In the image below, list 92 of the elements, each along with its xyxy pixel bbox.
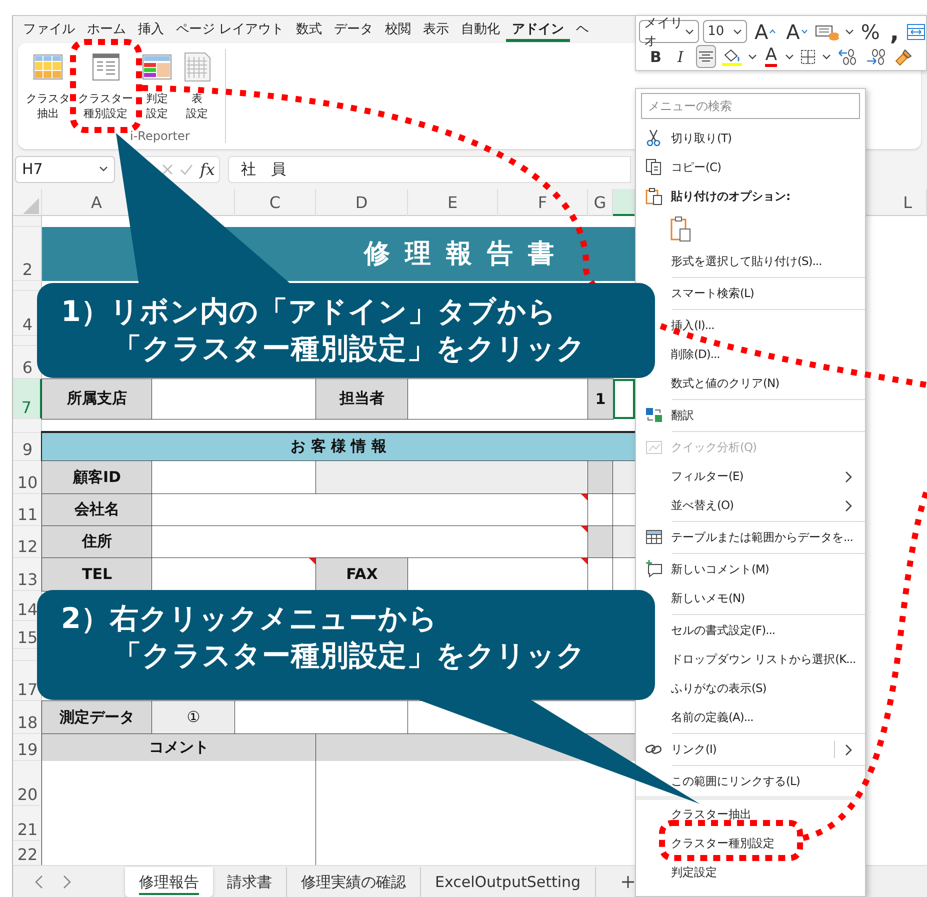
comma-style-button[interactable]: , bbox=[886, 20, 902, 43]
row-header[interactable]: 13 bbox=[17, 570, 38, 590]
menu-item[interactable]: 新しいメモ(N) bbox=[671, 591, 745, 606]
ribbon-tab[interactable]: 挿入 bbox=[132, 16, 170, 42]
menu-item[interactable]: セルの書式設定(F)... bbox=[671, 623, 776, 638]
table-cell: 担当者 bbox=[316, 378, 408, 419]
menu-item[interactable]: 切り取り(T) bbox=[671, 131, 732, 146]
menu-item[interactable]: ドロップダウン リストから選択(K... bbox=[671, 652, 856, 667]
sheet-tab[interactable]: 請求書 bbox=[213, 867, 287, 897]
column-header[interactable]: E bbox=[447, 192, 458, 212]
menu-item[interactable]: コピー(C) bbox=[671, 160, 722, 175]
row-header[interactable]: 7 bbox=[21, 398, 32, 418]
table-cell: 顧客ID bbox=[42, 460, 152, 494]
menu-item[interactable]: 並べ替え(O) bbox=[671, 498, 734, 513]
table-cell: 住所 bbox=[42, 526, 152, 558]
ribbon-tab[interactable]: ヘ bbox=[570, 16, 596, 42]
column-header[interactable]: C bbox=[269, 192, 281, 212]
table-cell: ① bbox=[152, 700, 235, 734]
column-header[interactable]: D bbox=[355, 192, 368, 212]
ribbon-tab[interactable]: ファイル bbox=[17, 16, 81, 42]
menu-item[interactable]: スマート検索(L) bbox=[671, 286, 754, 301]
formula-field[interactable]: 社 員 bbox=[228, 156, 631, 183]
row-header[interactable]: 15 bbox=[17, 628, 38, 648]
table-cell: 所属支店 bbox=[42, 378, 152, 419]
menu-item[interactable]: 削除(D)... bbox=[671, 347, 720, 362]
row-header[interactable]: 21 bbox=[17, 820, 38, 840]
row-header[interactable]: 4 bbox=[22, 314, 33, 335]
group-label: i-Reporter bbox=[130, 129, 191, 143]
menu-item[interactable]: クラスター抽出 bbox=[671, 807, 752, 822]
percent-button[interactable]: % bbox=[858, 20, 883, 43]
sheet-tab[interactable]: 修理実績の確認 bbox=[287, 867, 421, 897]
callout-text: 1）リボン内の「アドイン」タブから 「クラスター種別設定」をクリック bbox=[61, 294, 587, 367]
menu-item[interactable]: 数式と値のクリア(N) bbox=[671, 376, 780, 391]
ribbon-tab[interactable]: データ bbox=[328, 16, 380, 42]
menu-item[interactable]: 形式を選択して貼り付け(S)... bbox=[671, 254, 822, 269]
font-color-button[interactable]: A bbox=[760, 45, 782, 68]
row-header[interactable]: 22 bbox=[17, 844, 38, 865]
column-header[interactable]: A bbox=[91, 192, 102, 212]
column-header[interactable]: G bbox=[594, 192, 606, 212]
menu-item[interactable]: 名前の定義(A)... bbox=[671, 710, 754, 725]
ribbon-tab[interactable]: ホーム bbox=[81, 16, 132, 42]
row-header[interactable]: 6 bbox=[22, 358, 33, 378]
column-header[interactable]: F bbox=[538, 192, 548, 212]
menu-item[interactable]: フィルター(E) bbox=[671, 469, 744, 484]
row-header[interactable]: 14 bbox=[17, 600, 38, 620]
menu-item[interactable]: テーブルまたは範囲からデータを... bbox=[671, 530, 853, 545]
row-header[interactable]: 17 bbox=[17, 680, 38, 700]
menu-item[interactable]: この範囲にリンクする(L) bbox=[671, 774, 800, 789]
menu-item[interactable]: リンク(I) bbox=[671, 742, 716, 757]
table-cell: 1 bbox=[588, 378, 613, 419]
font-size-field[interactable]: 10 bbox=[702, 20, 748, 43]
menu-item[interactable]: 貼り付けのオプション: bbox=[671, 189, 790, 204]
table-cell: FAX bbox=[316, 558, 408, 591]
name-box[interactable]: H7 bbox=[15, 156, 115, 183]
bold-button[interactable]: B bbox=[647, 45, 664, 68]
row-header[interactable]: 9 bbox=[22, 440, 33, 460]
ribbon-tab[interactable]: 自動化 bbox=[455, 16, 506, 42]
menu-item[interactable]: 翻訳 bbox=[671, 408, 694, 423]
ribbon-tab[interactable]: 表示 bbox=[417, 16, 456, 42]
ribbon-button[interactable]: クラスター 種別設定 bbox=[74, 49, 137, 121]
search-field[interactable]: メニューの検索 bbox=[641, 93, 860, 119]
menu-item[interactable]: 新しいコメント(M) bbox=[671, 562, 769, 577]
row-header[interactable]: 12 bbox=[17, 536, 38, 557]
ribbon-tab[interactable]: 校閲 bbox=[379, 16, 418, 42]
row-header[interactable]: 19 bbox=[17, 740, 38, 760]
row-header[interactable]: 20 bbox=[17, 784, 38, 805]
table-cell: 会社名 bbox=[42, 494, 152, 526]
sheet-tab[interactable]: 修理報告 bbox=[125, 867, 213, 897]
table-cell: コメント bbox=[42, 734, 316, 761]
callout-text: 2）右クリックメニューから 「クラスター種別設定」をクリック bbox=[61, 601, 587, 674]
grow-font-button[interactable]: A bbox=[751, 20, 780, 43]
insert-function-button[interactable]: fx bbox=[200, 160, 215, 179]
ribbon-button[interactable]: 判定 設定 bbox=[137, 49, 177, 121]
row-header[interactable]: 2 bbox=[22, 260, 33, 280]
shrink-font-button[interactable]: A bbox=[783, 20, 811, 43]
ribbon-button[interactable]: 表 設定 bbox=[177, 49, 217, 121]
row-header[interactable]: 11 bbox=[17, 504, 38, 525]
column-header[interactable]: L bbox=[903, 192, 912, 212]
ribbon-tab[interactable]: ページ レイアウト bbox=[170, 16, 290, 42]
sheet-tab[interactable]: ExcelOutputSetting bbox=[421, 867, 596, 897]
row-header[interactable]: 18 bbox=[17, 712, 38, 733]
table-cell: お 客 様 情 報 bbox=[42, 432, 635, 461]
row-header[interactable]: 10 bbox=[17, 472, 38, 493]
ribbon-button[interactable]: クラスタ 抽出 bbox=[22, 49, 74, 121]
table-cell: 測定データ bbox=[42, 700, 152, 734]
menu-item[interactable]: ふりがなの表示(S) bbox=[671, 681, 766, 696]
menu-item[interactable]: クラスター種別設定 bbox=[671, 836, 774, 851]
menu-item[interactable]: 挿入(I)... bbox=[671, 318, 714, 333]
menu-item[interactable]: 判定設定 bbox=[671, 865, 717, 880]
table-cell: TEL bbox=[42, 558, 152, 591]
italic-button[interactable]: I bbox=[667, 45, 694, 68]
ribbon-tab[interactable]: 数式 bbox=[290, 16, 328, 42]
